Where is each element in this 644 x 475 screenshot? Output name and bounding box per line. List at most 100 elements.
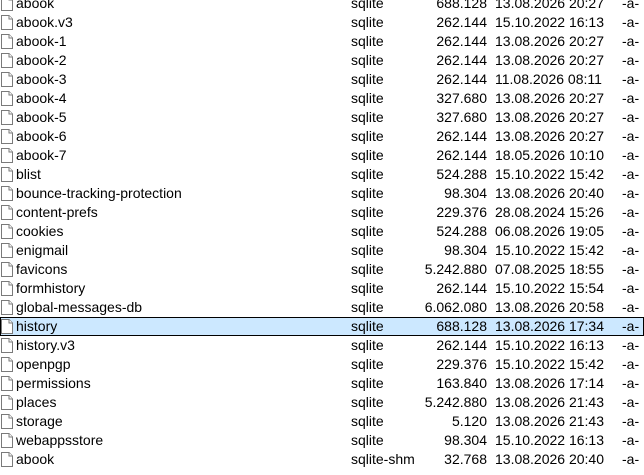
file-size: 98.304 [444,432,487,448]
file-attributes: -a- [622,394,640,410]
file-row[interactable]: abook-6 sqlite 262.144 13.08.2026 20:27 … [0,127,644,146]
file-row[interactable]: abook-4 sqlite 327.680 13.08.2026 20:27 … [0,89,644,108]
file-extension: sqlite [351,299,384,315]
file-list[interactable]: abook sqlite 688.128 13.08.2026 20:27 -a… [0,0,644,469]
file-attributes: -a- [622,14,640,30]
file-row[interactable]: places sqlite 5.242.880 13.08.2026 21:43… [0,393,644,412]
file-extension: sqlite [351,185,384,201]
file-row[interactable]: global-messages-db sqlite 6.062.080 13.0… [0,298,644,317]
file-date: 15.10.2022 16:13 [495,337,604,353]
file-attributes: -a- [622,33,640,49]
file-icon [1,452,13,467]
file-row[interactable]: abook.v3 sqlite 262.144 15.10.2022 16:13… [0,13,644,32]
file-extension: sqlite [351,147,384,163]
file-date: 13.08.2026 20:27 [495,90,604,106]
file-size: 262.144 [436,71,487,87]
file-date: 15.10.2022 15:42 [495,356,604,372]
file-row[interactable]: abook-5 sqlite 327.680 13.08.2026 20:27 … [0,108,644,127]
file-row[interactable]: abook-1 sqlite 262.144 13.08.2026 20:27 … [0,32,644,51]
file-row[interactable]: formhistory sqlite 262.144 15.10.2022 15… [0,279,644,298]
file-date: 28.08.2024 15:26 [495,204,604,220]
file-extension: sqlite [351,109,384,125]
file-attributes: -a- [622,299,640,315]
file-size: 98.304 [444,185,487,201]
file-icon [1,15,13,30]
file-attributes: -a- [622,432,640,448]
file-attributes: -a- [622,147,640,163]
file-icon [1,53,13,68]
file-extension: sqlite [351,71,384,87]
file-name: permissions [16,375,91,391]
file-attributes: -a- [622,413,640,429]
file-attributes: -a- [622,337,640,353]
file-attributes: -a- [622,109,640,125]
file-icon [1,414,13,429]
file-attributes: -a- [622,242,640,258]
file-size: 262.144 [436,33,487,49]
file-extension: sqlite [351,375,384,391]
file-name: places [16,394,57,410]
file-extension: sqlite-shm [351,451,415,467]
file-row[interactable]: abook sqlite 688.128 13.08.2026 20:27 -a… [0,0,644,13]
file-name: formhistory [16,280,86,296]
file-size: 688.128 [436,318,487,334]
file-name: blist [16,166,41,182]
file-name: abook-5 [16,109,67,125]
file-attributes: -a- [622,318,640,334]
file-row[interactable]: permissions sqlite 163.840 13.08.2026 17… [0,374,644,393]
file-row[interactable]: abook-3 sqlite 262.144 11.08.2026 08:11 … [0,70,644,89]
file-row[interactable]: abook-2 sqlite 262.144 13.08.2026 20:27 … [0,51,644,70]
file-size: 32.768 [444,451,487,467]
file-attributes: -a- [622,280,640,296]
file-row[interactable]: abook sqlite-shm 32.768 13.08.2026 20:40… [0,450,644,469]
file-name: abook-7 [16,147,67,163]
file-date: 13.08.2026 21:43 [495,413,604,429]
file-date: 13.08.2026 20:40 [495,451,604,467]
file-date: 13.08.2026 20:40 [495,185,604,201]
file-icon [1,34,13,49]
file-icon [1,129,13,144]
file-row[interactable]: abook-7 sqlite 262.144 18.05.2026 10:10 … [0,146,644,165]
file-icon [1,338,13,353]
file-row-selected[interactable]: history sqlite 688.128 13.08.2026 17:34 … [0,317,644,336]
file-size: 262.144 [436,280,487,296]
file-date: 13.08.2026 20:27 [495,52,604,68]
file-row[interactable]: storage sqlite 5.120 13.08.2026 21:43 -a… [0,412,644,431]
file-row[interactable]: history.v3 sqlite 262.144 15.10.2022 16:… [0,336,644,355]
file-attributes: -a- [622,52,640,68]
file-name: abook.v3 [16,14,73,30]
file-name: history [16,318,58,334]
file-size: 524.288 [436,223,487,239]
file-date: 07.08.2025 18:55 [495,261,604,277]
file-extension: sqlite [351,90,384,106]
file-name: abook-1 [16,33,67,49]
file-name: abook-6 [16,128,67,144]
file-extension: sqlite [351,280,384,296]
file-extension: sqlite [351,223,384,239]
file-name: abook-2 [16,52,67,68]
file-attributes: -a- [622,451,640,467]
file-row[interactable]: favicons sqlite 5.242.880 07.08.2025 18:… [0,260,644,279]
file-icon [1,110,13,125]
file-row[interactable]: content-prefs sqlite 229.376 28.08.2024 … [0,203,644,222]
file-row[interactable]: openpgp sqlite 229.376 15.10.2022 15:42 … [0,355,644,374]
file-size: 327.680 [436,109,487,125]
file-date: 15.10.2022 15:54 [495,280,604,296]
file-size: 262.144 [436,128,487,144]
file-size: 5.242.880 [424,394,487,410]
file-extension: sqlite [351,166,384,182]
file-size: 163.840 [436,375,487,391]
file-icon [1,395,13,410]
file-row[interactable]: webappsstore sqlite 98.304 15.10.2022 16… [0,431,644,450]
file-date: 13.08.2026 20:58 [495,299,604,315]
file-row[interactable]: bounce-tracking-protection sqlite 98.304… [0,184,644,203]
file-attributes: -a- [622,375,640,391]
file-extension: sqlite [351,0,384,11]
file-row[interactable]: cookies sqlite 524.288 06.08.2026 19:05 … [0,222,644,241]
file-size: 262.144 [436,337,487,353]
file-row[interactable]: enigmail sqlite 98.304 15.10.2022 15:42 … [0,241,644,260]
file-name: cookies [16,223,64,239]
file-name: abook-4 [16,90,67,106]
file-row[interactable]: blist sqlite 524.288 15.10.2022 15:42 -a… [0,165,644,184]
file-icon [1,148,13,163]
